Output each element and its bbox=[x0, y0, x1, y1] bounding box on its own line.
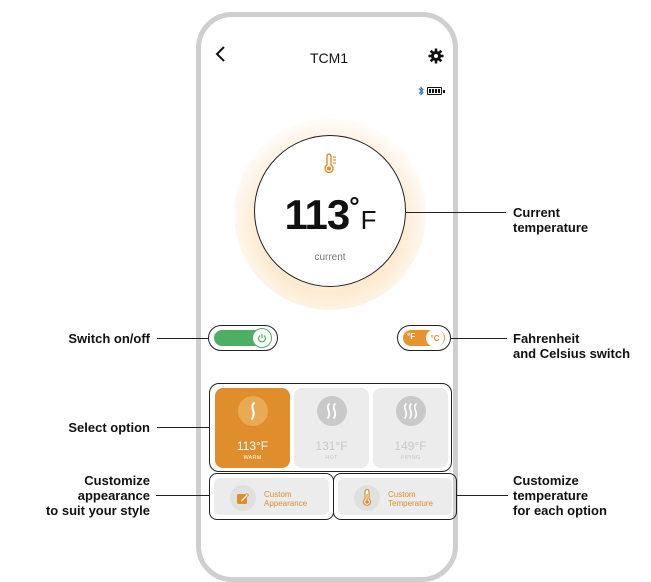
flame-icon bbox=[251, 402, 255, 420]
top-bar: TCM1 bbox=[214, 46, 444, 70]
callout-line-current bbox=[406, 212, 506, 213]
callout-appearance-line3: to suit your style bbox=[45, 503, 150, 518]
hot-icon-circle bbox=[317, 396, 347, 426]
bluetooth-icon bbox=[418, 86, 424, 96]
callout-current-temperature: Current temperature bbox=[513, 205, 588, 235]
custom-appearance-button[interactable]: Custom Appearance bbox=[209, 473, 334, 520]
option-piping[interactable]: 149°F PIPING bbox=[373, 388, 448, 468]
custom-temperature-line2: Temperature bbox=[388, 499, 433, 508]
custom-temperature-button[interactable]: Custom Temperature bbox=[333, 473, 457, 520]
callout-current-line1: Current bbox=[513, 205, 560, 220]
callout-temperature-line3: for each option bbox=[513, 503, 607, 518]
callout-unit-line2: and Celsius switch bbox=[513, 346, 631, 361]
option-selector: 113°F WARM 131°F HOT 149°F PIPING bbox=[209, 383, 452, 472]
callout-current-line2: temperature bbox=[513, 220, 589, 235]
callout-unit-line1: Fahrenheit bbox=[513, 331, 580, 346]
piping-icon-circle bbox=[396, 396, 426, 426]
status-indicators bbox=[418, 86, 448, 98]
heat-waves-icon bbox=[326, 403, 337, 419]
option-label: HOT bbox=[325, 455, 338, 461]
thermometer-icon-circle bbox=[354, 485, 380, 511]
callout-line-temperature bbox=[457, 495, 508, 496]
degree-symbol: ° bbox=[349, 191, 359, 221]
temperature-label: current bbox=[314, 252, 346, 263]
callout-line-switch bbox=[157, 338, 209, 339]
temperature-dial: 113°F current bbox=[254, 135, 406, 287]
thermometer-icon bbox=[324, 153, 336, 174]
callout-temperature-line1: Customize bbox=[513, 473, 579, 488]
option-label: PIPING bbox=[400, 455, 421, 461]
unit-switch[interactable]: °F °C bbox=[397, 325, 451, 351]
thermometer-icon bbox=[362, 489, 372, 506]
callout-appearance-line2: appearance bbox=[77, 488, 150, 503]
callout-line-unit bbox=[451, 338, 507, 339]
custom-temperature-line1: Custom bbox=[388, 490, 416, 499]
callout-switch: Switch on/off bbox=[68, 331, 150, 346]
fahrenheit-label: °F bbox=[407, 332, 416, 341]
custom-temperature-inner: Custom Temperature bbox=[338, 478, 452, 515]
gear-icon bbox=[428, 48, 444, 64]
power-switch[interactable] bbox=[208, 325, 278, 351]
callout-customize-appearance: Customize appearance to suit your style bbox=[10, 473, 150, 518]
power-icon bbox=[257, 334, 267, 343]
current-temperature: 113°F bbox=[255, 191, 405, 239]
option-hot[interactable]: 131°F HOT bbox=[294, 388, 369, 468]
option-value: 149°F bbox=[394, 439, 427, 453]
callout-temperature-line2: temperature bbox=[513, 488, 589, 503]
page-title: TCM1 bbox=[309, 50, 349, 66]
battery-icon bbox=[427, 87, 445, 95]
callout-appearance-line1: Customize bbox=[84, 473, 150, 488]
callout-line-appearance bbox=[156, 495, 209, 496]
heat-waves-icon bbox=[403, 403, 418, 419]
custom-temperature-label: Custom Temperature bbox=[388, 490, 433, 508]
settings-button[interactable] bbox=[428, 48, 444, 64]
callout-line-option bbox=[157, 427, 209, 428]
custom-appearance-line1: Custom bbox=[264, 490, 292, 499]
callout-select-option: Select option bbox=[68, 420, 150, 435]
power-switch-knob bbox=[253, 329, 271, 347]
custom-appearance-label: Custom Appearance bbox=[264, 490, 307, 508]
edit-icon-circle bbox=[230, 485, 256, 511]
callout-customize-temperature: Customize temperature for each option bbox=[513, 473, 607, 518]
option-value: 131°F bbox=[315, 439, 348, 453]
custom-appearance-line2: Appearance bbox=[264, 499, 308, 508]
temperature-number: 113 bbox=[284, 191, 350, 238]
option-label: WARM bbox=[243, 455, 262, 461]
temperature-unit: F bbox=[360, 205, 377, 235]
edit-icon bbox=[237, 492, 250, 504]
option-value: 113°F bbox=[236, 439, 269, 453]
option-warm[interactable]: 113°F WARM bbox=[215, 388, 290, 468]
warm-icon-circle bbox=[238, 396, 268, 426]
callout-unit-switch: Fahrenheit and Celsius switch bbox=[513, 331, 630, 361]
celsius-knob: °C bbox=[426, 329, 444, 347]
custom-appearance-inner: Custom Appearance bbox=[214, 478, 329, 515]
